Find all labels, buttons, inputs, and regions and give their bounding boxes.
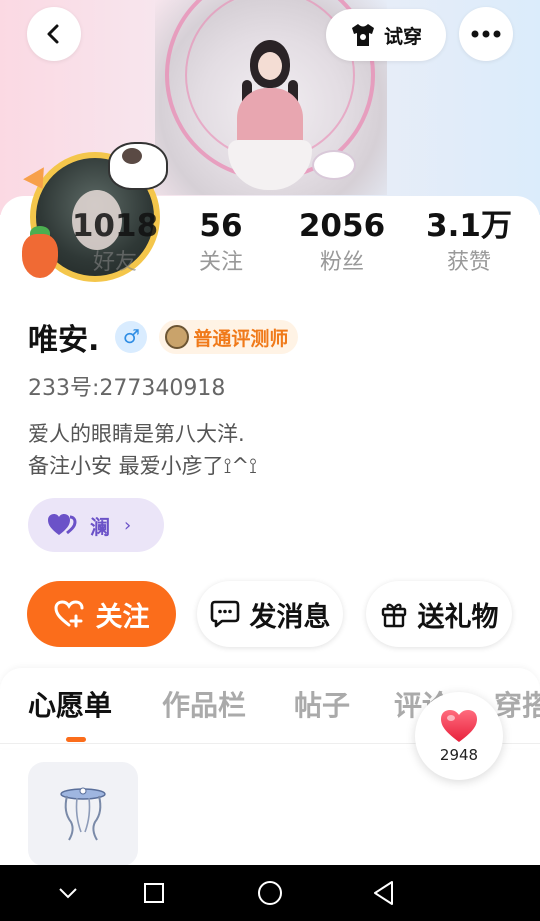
- relationship-tag-button[interactable]: 澜 ›: [28, 498, 164, 552]
- tshirt-icon: [351, 24, 374, 46]
- circle-icon: [258, 881, 282, 905]
- chevron-right-icon: ›: [124, 514, 132, 536]
- stat-likes[interactable]: 3.1万 获赞: [414, 206, 524, 280]
- square-icon: [144, 883, 164, 903]
- like-float-button[interactable]: 2948: [415, 692, 503, 780]
- gift-label: 送礼物: [417, 601, 499, 633]
- banner-character-body: [237, 88, 303, 148]
- tab-wishlist[interactable]: 心愿单: [28, 684, 112, 724]
- banner-character-face: [258, 52, 282, 80]
- tab-posts[interactable]: 帖子: [294, 684, 350, 724]
- stat-value: 3.1万: [426, 208, 512, 244]
- follow-label: 关注: [95, 601, 150, 633]
- hair-accessory-icon: [60, 787, 106, 841]
- stat-friends[interactable]: 1018 好友: [60, 206, 170, 280]
- user-bio: 爱人的眼睛是第八大洋. 备注小安 最爱小彦了⟟^⟟: [28, 418, 257, 482]
- double-heart-icon: [48, 514, 77, 535]
- stat-following[interactable]: 56 关注: [166, 206, 276, 280]
- stat-label: 关注: [198, 250, 243, 275]
- reviewer-badge-icon: [165, 325, 190, 349]
- wishlist-item[interactable]: [28, 762, 138, 866]
- stat-fans[interactable]: 2056 粉丝: [287, 206, 397, 280]
- banner-bunny: [312, 150, 356, 180]
- nav-back-button[interactable]: [368, 877, 400, 909]
- like-count: 2948: [439, 746, 479, 764]
- active-tab-indicator: [66, 737, 86, 742]
- user-id[interactable]: 233号:277340918: [28, 370, 225, 402]
- gift-button[interactable]: 送礼物: [366, 581, 512, 647]
- message-label: 发消息: [249, 601, 331, 633]
- user-name: 唯安.: [28, 323, 100, 358]
- chevron-down-icon: [59, 888, 77, 899]
- chat-bubble-icon: [210, 600, 239, 628]
- triangle-back-icon: [374, 881, 393, 905]
- more-button[interactable]: [459, 7, 513, 61]
- heart-plus-icon: [53, 600, 83, 628]
- system-nav-bar: [0, 865, 540, 921]
- follow-button[interactable]: 关注: [27, 581, 176, 647]
- male-gender-icon: ♂: [115, 321, 148, 353]
- nav-hide-button[interactable]: [52, 877, 84, 909]
- cat-patch-decoration: [122, 148, 142, 164]
- stats-row: 1018 好友 56 关注 2056 粉丝 3.1万 获赞: [0, 206, 540, 286]
- stat-label: 粉丝: [319, 250, 364, 275]
- nav-recents-button[interactable]: [138, 877, 170, 909]
- back-button[interactable]: [27, 7, 81, 61]
- stat-value: 2056: [298, 208, 386, 244]
- relationship-tag-label: 澜: [90, 514, 110, 539]
- bio-line: 备注小安 最爱小彦了⟟^⟟: [28, 454, 257, 478]
- reviewer-badge[interactable]: 普通评测师: [159, 320, 299, 354]
- stat-value: 1018: [71, 208, 159, 244]
- name-row: 唯安. ♂ 普通评测师: [28, 318, 299, 358]
- more-dots-icon: [471, 30, 501, 38]
- try-on-label: 试穿: [383, 25, 422, 48]
- stat-label: 获赞: [446, 250, 491, 275]
- message-button[interactable]: 发消息: [197, 581, 343, 647]
- bio-line: 爱人的眼睛是第八大洋.: [28, 422, 245, 446]
- tab-works[interactable]: 作品栏: [162, 684, 246, 724]
- nav-home-button[interactable]: [254, 877, 286, 909]
- gift-icon: [381, 603, 406, 628]
- reviewer-badge-label: 普通评测师: [193, 327, 289, 350]
- tab-outfits[interactable]: 穿搭: [494, 684, 540, 724]
- chevron-left-icon: [47, 24, 59, 44]
- stat-label: 好友: [92, 250, 137, 275]
- stat-value: 56: [199, 208, 243, 244]
- try-on-button[interactable]: 试穿: [326, 9, 446, 61]
- heart-icon: [441, 710, 477, 742]
- action-buttons: 关注 发消息 送礼物: [0, 581, 540, 649]
